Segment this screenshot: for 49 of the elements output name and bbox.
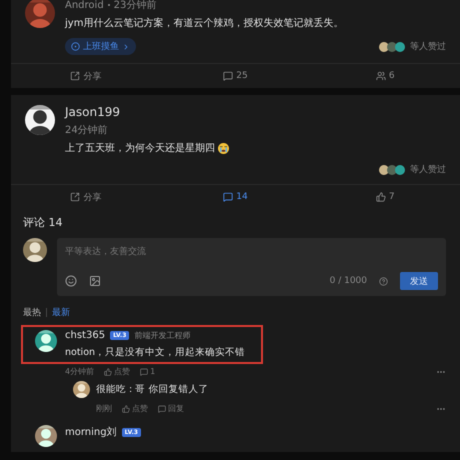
comment-icon xyxy=(223,71,234,81)
send-button[interactable]: 发送 xyxy=(400,272,438,290)
like-link[interactable]: 点赞 xyxy=(104,366,130,377)
share-icon xyxy=(70,71,80,81)
post-text: jym用什么云笔记方案，有道云个辣鸡，授权失效笔记就丢失。 xyxy=(65,16,344,30)
comment-input[interactable]: 平等表达，友善交流 xyxy=(65,246,438,260)
reply-link[interactable]: 回复 xyxy=(158,403,184,414)
commenter-name[interactable]: morning刘 xyxy=(65,425,117,439)
share-action[interactable]: 分享 xyxy=(11,185,161,209)
like-link[interactable]: 点赞 xyxy=(122,403,148,414)
job-title: 前端开发工程师 xyxy=(134,330,190,341)
likers-text: 等人赞过 xyxy=(410,40,446,53)
comment-icon xyxy=(158,404,166,412)
thumbs-up-icon xyxy=(122,404,130,412)
comment-text: notion，只是没有中文，用起来确实不错 xyxy=(65,346,246,359)
comment-icon xyxy=(223,192,234,202)
people-icon xyxy=(376,71,386,81)
post-source: Android xyxy=(65,0,104,10)
image-icon[interactable] xyxy=(89,275,101,287)
post-time: 24分钟前 xyxy=(65,124,109,137)
people-action[interactable]: 6 xyxy=(310,64,460,88)
reply-text: 很能吃 : 哥 你回复错人了 xyxy=(96,383,208,396)
chevron-icon xyxy=(122,42,130,50)
reply-link[interactable]: 1 xyxy=(140,367,156,376)
sort-tab[interactable]: 最新 xyxy=(52,306,70,319)
avatar-stack-icon xyxy=(379,164,405,174)
comment-icon xyxy=(140,368,148,376)
topic-icon xyxy=(71,42,80,51)
char-counter: 0 / 1000 xyxy=(330,276,367,286)
comment-action[interactable]: 25 xyxy=(160,64,310,88)
post-text: 上了五天班，为何今天还是星期四 xyxy=(65,141,446,155)
thumbs-up-icon xyxy=(376,192,386,202)
like-action[interactable]: 7 xyxy=(310,185,460,209)
comments-title: 评论 14 xyxy=(23,215,64,230)
commenter-name[interactable]: chst365 xyxy=(65,330,106,341)
thumbs-up-icon xyxy=(104,368,112,376)
share-icon xyxy=(70,192,80,202)
author-name[interactable]: Jason199 xyxy=(65,105,446,119)
comment-time: 4分钟前 xyxy=(65,366,94,377)
help-icon[interactable] xyxy=(379,276,388,286)
likers-text: 等人赞过 xyxy=(410,164,446,176)
reply-time: 刚刚 xyxy=(96,403,112,414)
sort-tab[interactable]: 最热 xyxy=(23,306,41,319)
emoji-icon[interactable] xyxy=(65,275,77,287)
share-action[interactable]: 分享 xyxy=(11,64,161,88)
post-time: 23分钟前 xyxy=(114,0,156,12)
comment-action[interactable]: 14 xyxy=(160,185,310,209)
topic-tag[interactable]: 上班摸鱼 xyxy=(65,38,136,55)
avatar-stack-icon xyxy=(379,42,405,52)
